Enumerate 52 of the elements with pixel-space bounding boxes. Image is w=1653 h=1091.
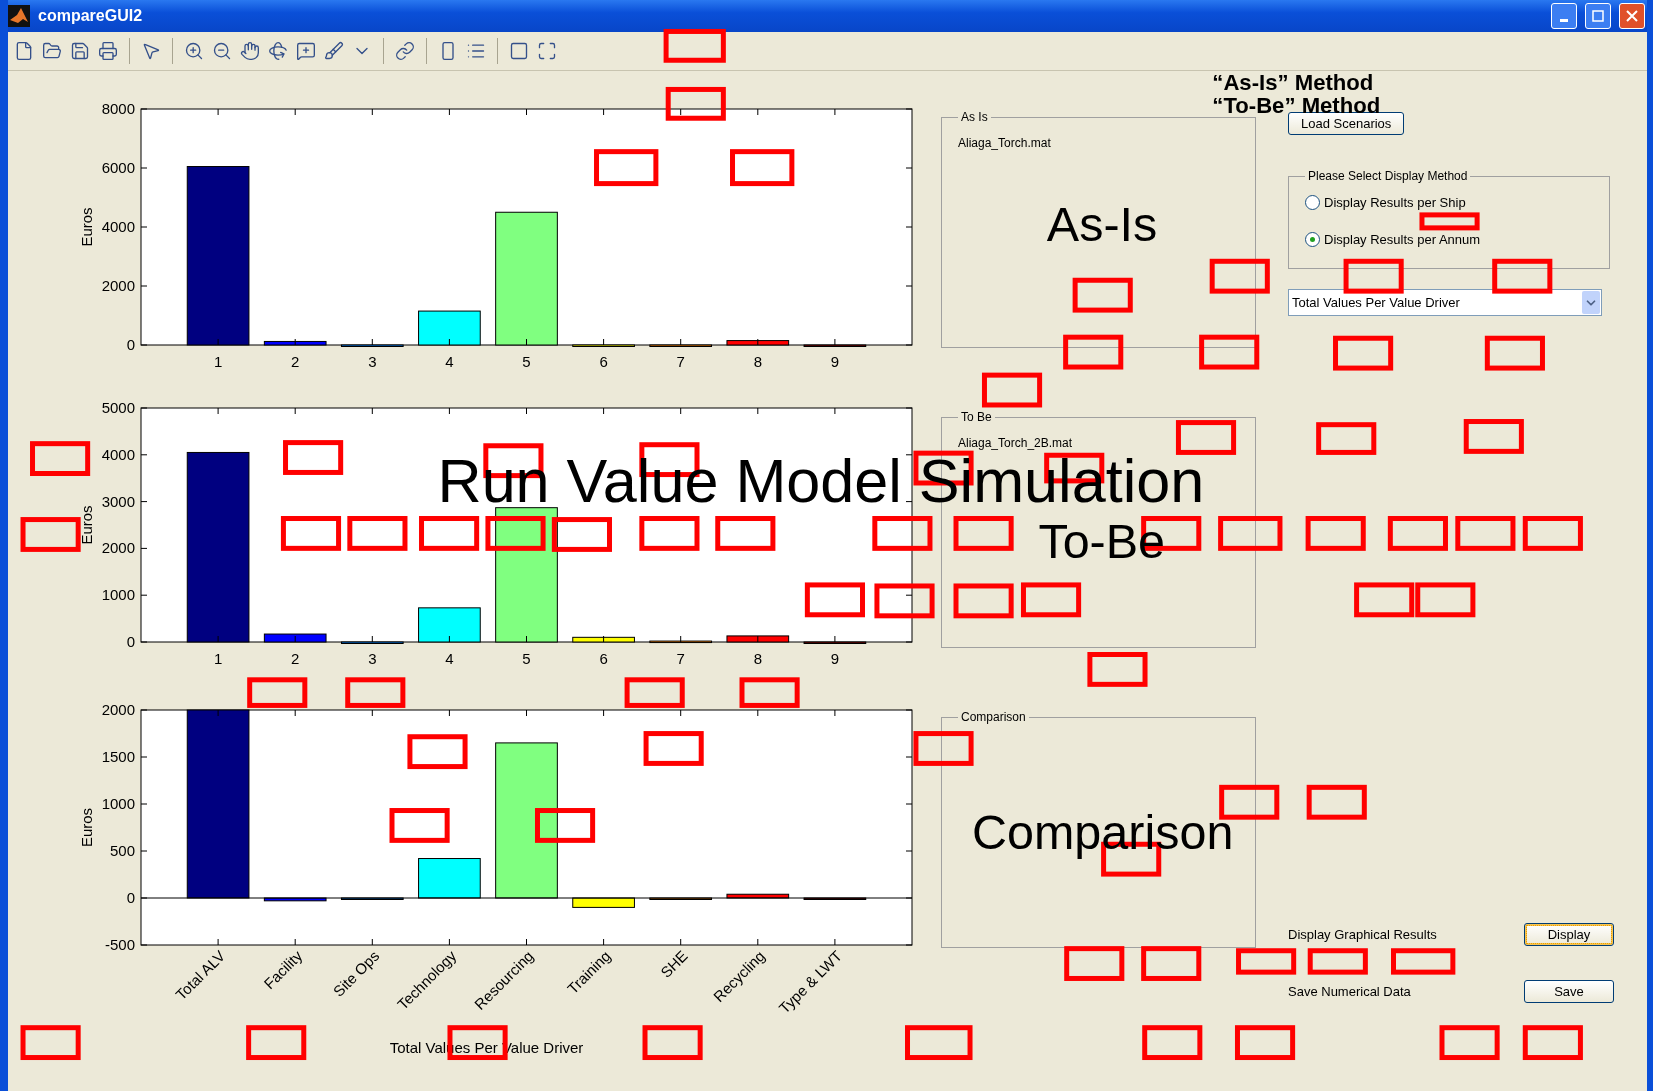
x-tick-label: 9 — [830, 353, 840, 370]
y-tick-label: 3000 — [101, 492, 135, 510]
x-tick-label: 6 — [599, 353, 608, 370]
y-tick-label: 0 — [126, 889, 135, 906]
x-tick-label: 8 — [753, 353, 762, 370]
x-tick-label: 8 — [753, 650, 762, 667]
y-tick-label: 2000 — [101, 277, 135, 294]
panel-title: As Is — [960, 110, 989, 124]
panel-title: To Be — [960, 410, 993, 424]
y-tick-label: 0 — [126, 336, 135, 353]
x-tick-label: 7 — [676, 650, 685, 667]
x-tick-label: 7 — [676, 353, 685, 370]
y-axis-label: Euros — [78, 505, 95, 545]
y-tick-label: 8000 — [101, 100, 135, 117]
y-tick-label: 2000 — [101, 701, 135, 718]
y-tick-label: 1000 — [101, 795, 135, 812]
window-title: compareGUI2 — [38, 7, 144, 25]
x-tick-label: 5 — [522, 353, 531, 370]
x-tick-label: 6 — [599, 650, 608, 667]
x-tick-label: 3 — [368, 353, 377, 370]
y-tick-label: 4000 — [101, 218, 135, 235]
y-axis-label: Euros — [78, 807, 95, 848]
y-tick-label: 4000 — [101, 445, 135, 463]
x-tick-label: Site Ops — [329, 947, 383, 1000]
y-tick-label: 5000 — [101, 399, 135, 416]
y-tick-label: 500 — [109, 842, 135, 859]
panel-title: Comparison — [960, 710, 1027, 724]
group-title: Please Select Display Method — [1307, 169, 1469, 183]
x-tick-label: 9 — [830, 650, 840, 667]
y-tick-label: 2000 — [101, 539, 135, 557]
x-tick-label: 1 — [213, 650, 223, 667]
file-name: Aliaga_Torch.mat — [958, 136, 1052, 150]
x-tick-label: 4 — [445, 353, 454, 370]
y-tick-label: 0 — [126, 633, 135, 650]
x-tick-label: 4 — [445, 650, 454, 667]
x-tick-label: 2 — [291, 650, 300, 667]
action-label: Save Numerical Data — [1288, 984, 1411, 999]
annotation-text: “As-Is” Method — [1212, 71, 1374, 94]
y-tick-label: -500 — [104, 936, 135, 953]
x-tick-label: 2 — [291, 353, 300, 370]
x-tick-label: 1 — [213, 353, 223, 370]
annotation-text: To-Be — [1038, 516, 1166, 566]
y-tick-label: 1500 — [101, 748, 135, 765]
x-tick-label: 3 — [368, 650, 377, 667]
action-label: Display Graphical Results — [1288, 927, 1437, 942]
annotation-text: As-Is — [1046, 200, 1158, 249]
y-tick-label: 1000 — [101, 586, 135, 604]
y-tick-label: 6000 — [101, 159, 135, 176]
x-tick-label: 5 — [522, 650, 531, 667]
file-name: Aliaga_Torch_2B.mat — [958, 436, 1074, 450]
annotation-text: Run Value Model Simulation — [437, 451, 1205, 513]
y-axis-label: Euros — [78, 207, 95, 247]
